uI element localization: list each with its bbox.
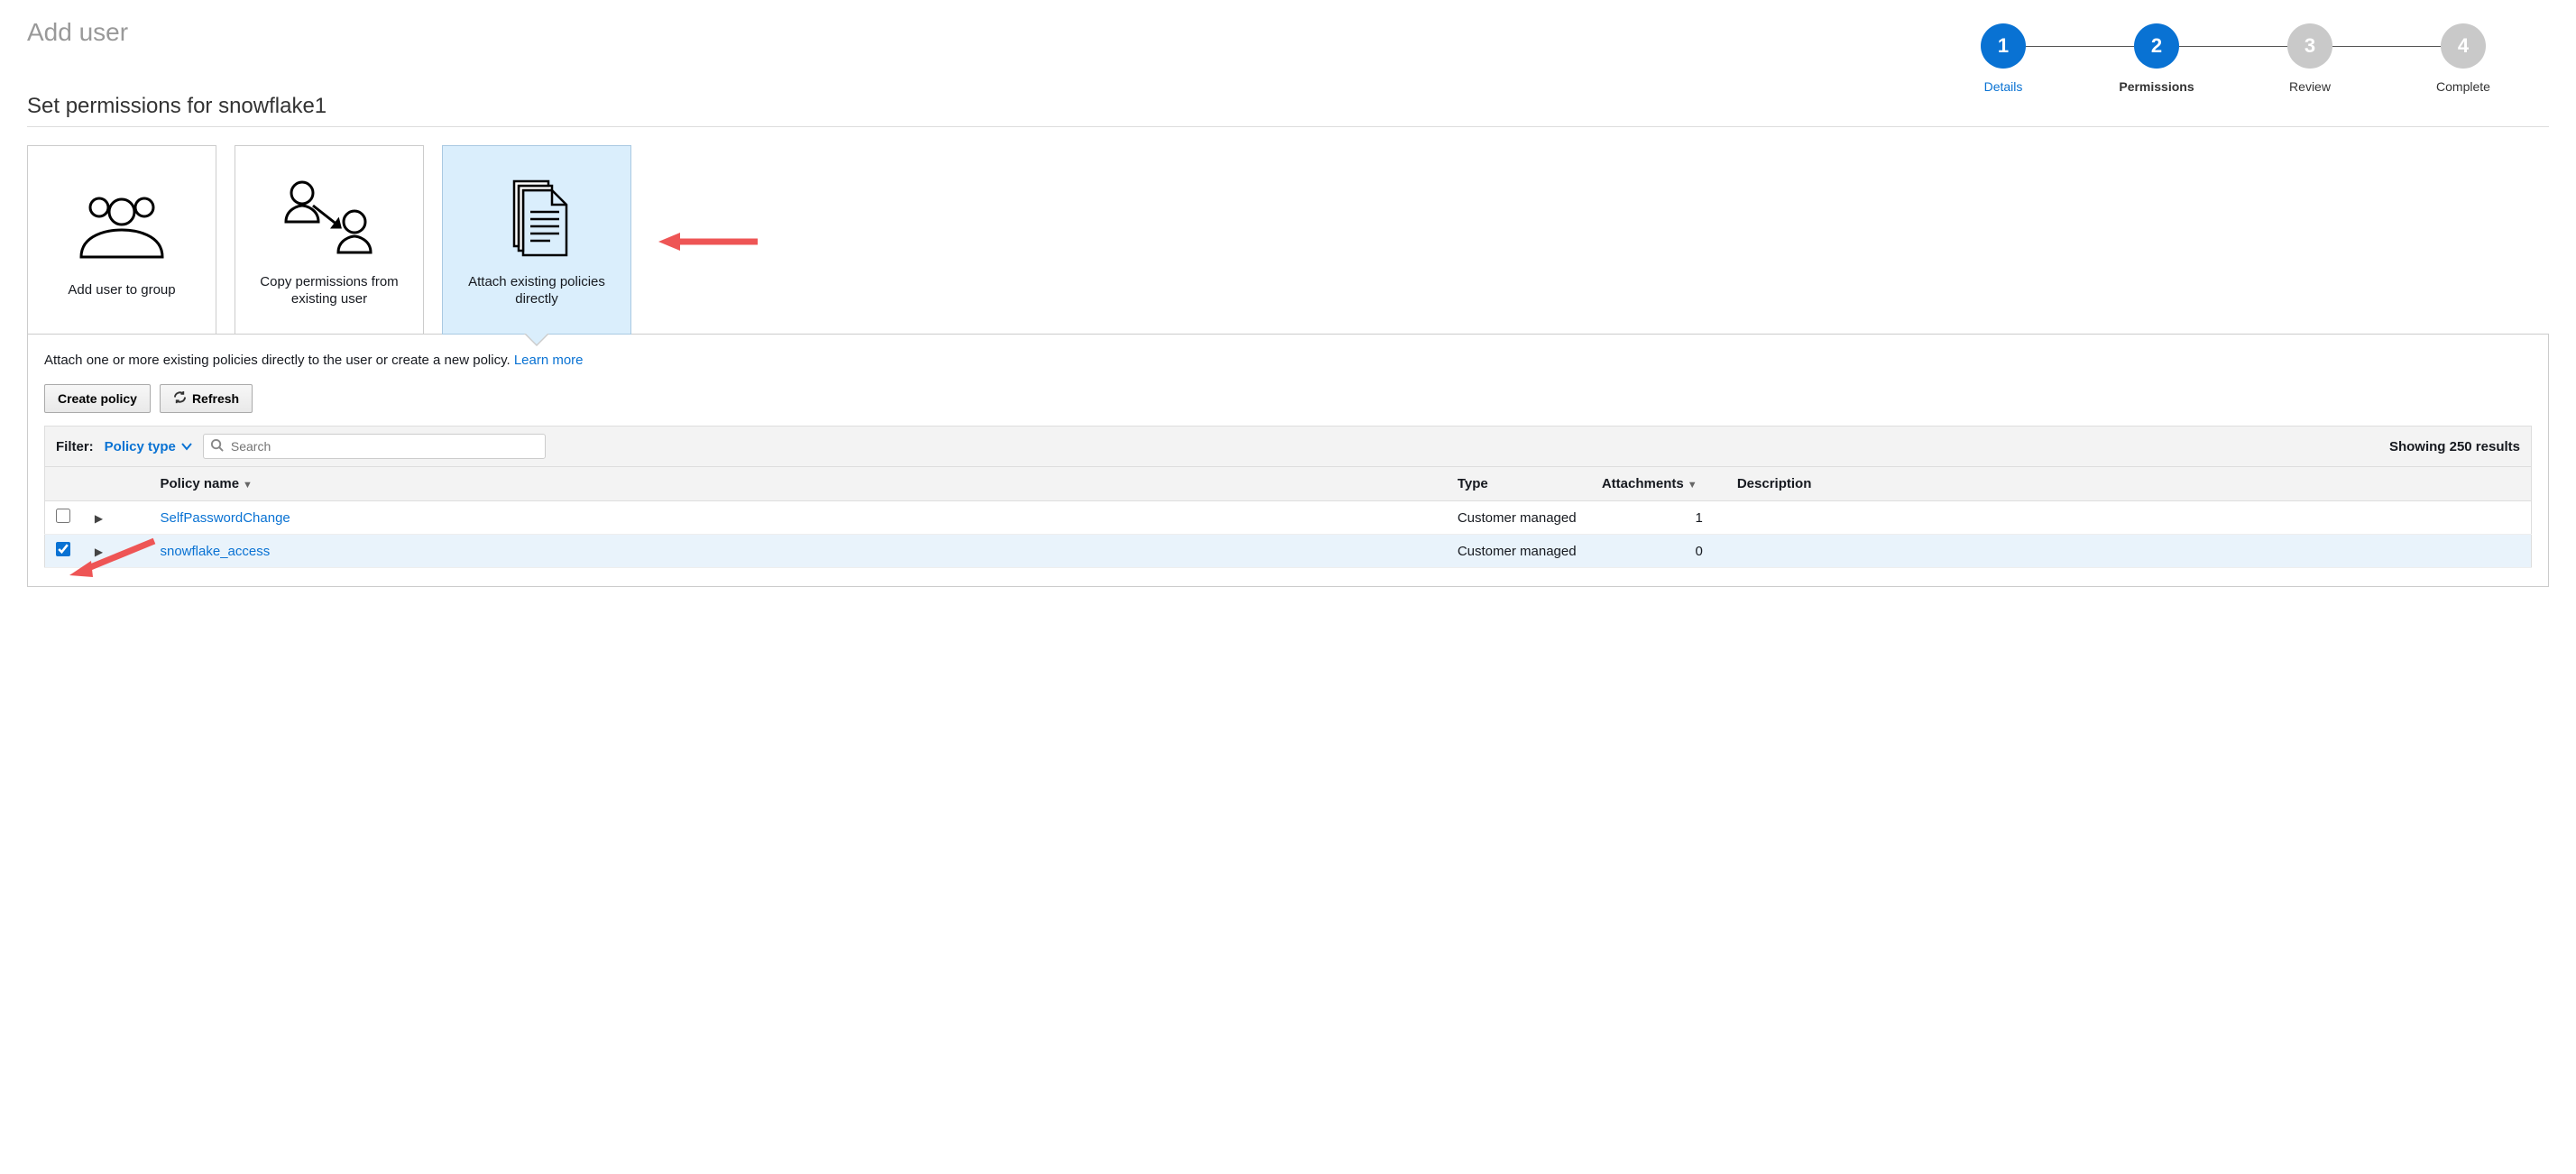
search-icon bbox=[210, 438, 224, 454]
wizard-step-label: Permissions bbox=[2080, 79, 2233, 94]
document-stack-icon bbox=[496, 172, 577, 262]
col-description[interactable]: Description bbox=[1730, 467, 2532, 501]
filter-bar: Filter: Policy type Showing 250 results bbox=[44, 426, 2532, 466]
filter-label: Filter: bbox=[56, 439, 94, 454]
refresh-button[interactable]: Refresh bbox=[160, 384, 253, 413]
policy-type-dropdown[interactable]: Policy type bbox=[105, 439, 192, 454]
card-label: Copy permissions from existing user bbox=[244, 273, 414, 308]
table-row[interactable]: ▶ snowflake_access Customer managed 0 bbox=[45, 535, 2532, 568]
group-icon bbox=[72, 180, 171, 271]
panel-intro: Attach one or more existing policies dir… bbox=[44, 353, 2532, 368]
table-row[interactable]: ▶ SelfPasswordChange Customer managed 1 bbox=[45, 501, 2532, 535]
expand-caret-icon[interactable]: ▶ bbox=[95, 512, 103, 525]
wizard-step-number: 1 bbox=[1981, 23, 2026, 69]
search-input-wrap bbox=[203, 434, 546, 459]
sort-caret-icon: ▼ bbox=[1688, 480, 1697, 491]
wizard-step-permissions[interactable]: 2 Permissions bbox=[2080, 23, 2233, 94]
col-expand bbox=[81, 467, 117, 501]
learn-more-link[interactable]: Learn more bbox=[514, 353, 584, 368]
policy-description bbox=[1730, 501, 2532, 535]
policies-panel: Attach one or more existing policies dir… bbox=[27, 334, 2549, 587]
wizard-step-label: Details bbox=[1927, 79, 2080, 94]
wizard-step-number: 3 bbox=[2287, 23, 2332, 69]
col-icon bbox=[117, 467, 153, 501]
section-heading: Set permissions for snowflake1 bbox=[27, 94, 2549, 127]
policy-description bbox=[1730, 535, 2532, 568]
policy-table: Policy name▼ Type Attachments▼ Descripti… bbox=[44, 466, 2532, 568]
col-checkbox bbox=[45, 467, 81, 501]
col-policy-name[interactable]: Policy name▼ bbox=[153, 467, 1450, 501]
col-type[interactable]: Type bbox=[1450, 467, 1595, 501]
create-policy-button[interactable]: Create policy bbox=[44, 384, 151, 413]
policy-attachments: 1 bbox=[1595, 501, 1730, 535]
copy-user-icon bbox=[275, 172, 383, 262]
policy-type-label: Policy type bbox=[105, 439, 176, 454]
refresh-icon bbox=[173, 390, 187, 407]
wizard-step-label: Review bbox=[2233, 79, 2387, 94]
policy-name-link[interactable]: SelfPasswordChange bbox=[161, 510, 290, 526]
wizard-step-number: 4 bbox=[2441, 23, 2486, 69]
card-label: Attach existing policies directly bbox=[452, 273, 621, 308]
row-checkbox[interactable] bbox=[56, 509, 70, 523]
col-attachments[interactable]: Attachments▼ bbox=[1595, 467, 1730, 501]
refresh-label: Refresh bbox=[192, 391, 239, 406]
sort-caret-icon: ▼ bbox=[243, 480, 253, 491]
card-attach-policies[interactable]: Attach existing policies directly bbox=[442, 145, 631, 335]
wizard-step-review: 3 Review bbox=[2233, 23, 2387, 94]
row-checkbox[interactable] bbox=[56, 542, 70, 556]
wizard-step-number: 2 bbox=[2134, 23, 2179, 69]
policy-attachments: 0 bbox=[1595, 535, 1730, 568]
wizard-step-complete: 4 Complete bbox=[2387, 23, 2540, 94]
wizard-step-label: Complete bbox=[2387, 79, 2540, 94]
policy-type: Customer managed bbox=[1450, 501, 1595, 535]
wizard-step-details[interactable]: 1 Details bbox=[1927, 23, 2080, 94]
policy-type: Customer managed bbox=[1450, 535, 1595, 568]
chevron-down-icon bbox=[181, 439, 192, 454]
expand-caret-icon[interactable]: ▶ bbox=[95, 546, 103, 558]
policy-name-link[interactable]: snowflake_access bbox=[161, 544, 271, 559]
card-copy-permissions[interactable]: Copy permissions from existing user bbox=[235, 145, 424, 335]
wizard-steps: 1 Details 2 Permissions 3 Review 4 Compl… bbox=[1927, 23, 2549, 94]
card-label: Add user to group bbox=[68, 281, 175, 299]
search-input[interactable] bbox=[203, 434, 546, 459]
panel-intro-text: Attach one or more existing policies dir… bbox=[44, 353, 514, 368]
page-title: Add user bbox=[27, 18, 128, 47]
results-count: Showing 250 results bbox=[2389, 439, 2520, 454]
card-add-user-to-group[interactable]: Add user to group bbox=[27, 145, 216, 335]
